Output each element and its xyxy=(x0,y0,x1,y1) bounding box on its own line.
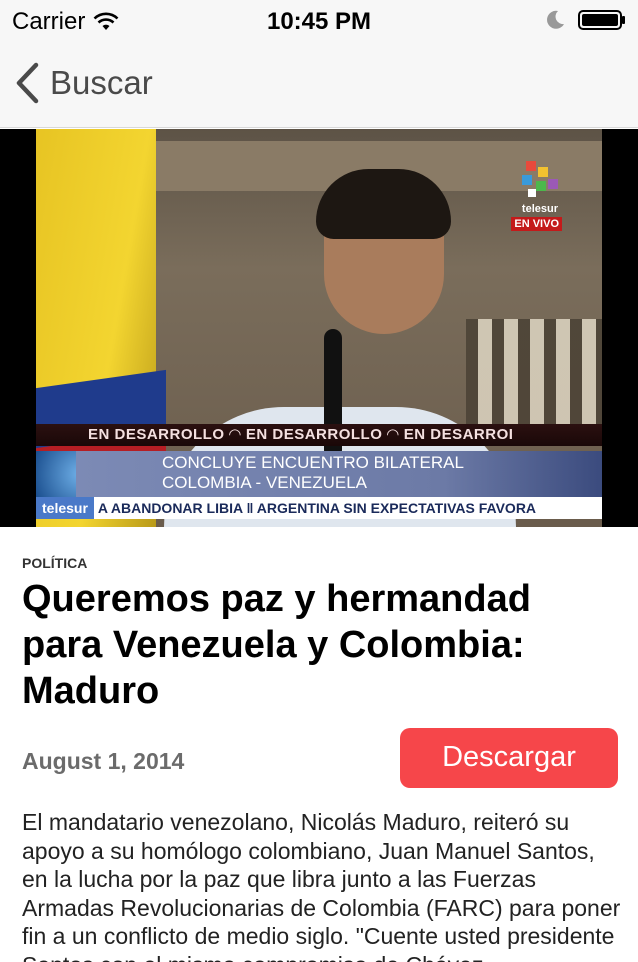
article-body: El mandatario venezolano, Nicolás Maduro… xyxy=(22,809,621,962)
chevron-left-icon xyxy=(16,62,39,104)
clock: 10:45 PM xyxy=(266,8,372,35)
bottom-ticker-text: A ABANDONAR LIBIA ‖ ARGENTINA SIN EXPECT… xyxy=(97,500,537,516)
back-label: Buscar xyxy=(50,64,153,101)
category-label: POLÍTICA xyxy=(22,555,88,571)
status-bar: Carrier 10:45 PM xyxy=(0,0,638,40)
video-thumbnail[interactable]: telesur EN VIVO EN DESARROLLO ◠ EN DESAR… xyxy=(0,129,638,527)
battery-icon xyxy=(578,10,625,30)
video-frame: telesur EN VIVO EN DESARROLLO ◠ EN DESAR… xyxy=(36,129,602,527)
live-badge: EN VIVO xyxy=(511,217,562,231)
headline-box: CONCLUYE ENCUENTRO BILATERAL COLOMBIA - … xyxy=(76,451,602,497)
live-brand-label: telesur xyxy=(521,203,558,215)
back-button[interactable]: Buscar xyxy=(14,62,153,104)
status-icons xyxy=(544,9,626,31)
headline-text: CONCLUYE ENCUENTRO BILATERAL COLOMBIA - … xyxy=(162,453,464,493)
headline-line-2: COLOMBIA - VENEZUELA xyxy=(162,473,367,492)
background-balustrade xyxy=(466,319,602,429)
bottom-ticker-brand: telesur xyxy=(36,497,94,519)
moon-icon xyxy=(547,10,564,29)
developing-ticker: EN DESARROLLO ◠ EN DESARROLLO ◠ EN DESAR… xyxy=(36,424,602,446)
navigation-bar: Buscar xyxy=(0,40,638,128)
headline-line-1: CONCLUYE ENCUENTRO BILATERAL xyxy=(162,453,464,472)
article-title: Queremos paz y hermandad para Venezuela … xyxy=(22,578,531,712)
bottom-ticker: telesur A ABANDONAR LIBIA ‖ ARGENTINA SIN… xyxy=(36,497,602,519)
download-button[interactable]: Descargar xyxy=(400,728,618,788)
article-date: August 1, 2014 xyxy=(22,748,185,774)
speaker-hair xyxy=(316,169,451,239)
